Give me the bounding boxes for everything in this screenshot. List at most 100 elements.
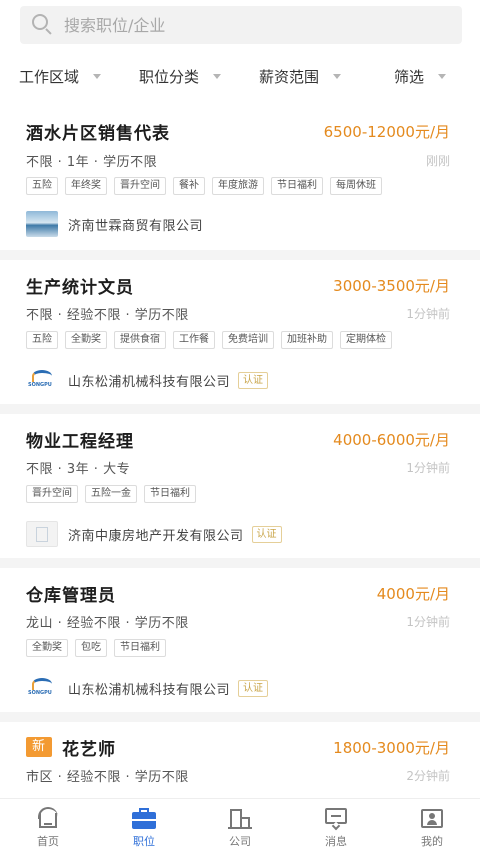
tab-jobs[interactable]: 职位 <box>96 799 192 854</box>
filter-label: 筛选 <box>393 67 424 86</box>
benefit-tag: 包吃 <box>75 639 107 657</box>
company-name: 山东松浦机械科技有限公司 <box>68 682 231 698</box>
job-salary: 1800-3000元/月 <box>333 738 450 757</box>
tab-home[interactable]: 首页 <box>0 799 96 854</box>
caret-down-icon <box>213 73 221 79</box>
benefit-tags: 五险 年终奖 晋升空间 餐补 年度旅游 节日福利 每周休班 <box>26 177 460 197</box>
caret-down-icon <box>93 73 101 79</box>
tab-profile[interactable]: 我的 <box>384 799 480 854</box>
benefit-tag: 提供食宿 <box>114 331 166 349</box>
post-time: 1分钟前 <box>406 614 450 629</box>
benefit-tag: 晋升空间 <box>114 177 166 195</box>
benefit-tag: 工作餐 <box>173 331 215 349</box>
briefcase-icon <box>132 807 156 829</box>
caret-down-icon <box>333 73 341 79</box>
tab-companies[interactable]: 公司 <box>192 799 288 854</box>
company-logo <box>26 211 58 237</box>
new-badge: 新 <box>26 737 52 757</box>
filter-job-category[interactable]: 职位分类 <box>120 56 240 96</box>
filter-label: 职位分类 <box>138 67 199 86</box>
job-salary: 4000元/月 <box>376 584 450 603</box>
job-card[interactable]: 新花艺师 1800-3000元/月 市区 · 经验不限 · 学历不限 2分钟前 <box>0 722 480 798</box>
company-logo <box>26 521 58 547</box>
verified-badge: 认证 <box>238 679 269 697</box>
company-row[interactable]: 济南中康房地产开发有限公司 认证 <box>26 520 450 548</box>
company-name: 济南世霖商贸有限公司 <box>68 218 204 234</box>
benefit-tag: 定期体检 <box>340 331 392 349</box>
post-time: 1分钟前 <box>406 306 450 321</box>
company-name: 山东松浦机械科技有限公司 <box>68 374 231 390</box>
caret-down-icon <box>438 73 446 79</box>
job-card[interactable]: 酒水片区销售代表 6500-12000元/月 不限 · 1年 · 学历不限 刚刚… <box>0 106 480 248</box>
job-salary: 4000-6000元/月 <box>333 430 450 449</box>
job-title: 仓库管理员 <box>26 585 116 606</box>
benefit-tags: 五险 全勤奖 提供食宿 工作餐 免费培训 加班补助 定期体检 <box>26 331 460 351</box>
benefit-tag: 五险 <box>26 177 58 195</box>
benefit-tag: 五险 <box>26 331 58 349</box>
filter-work-area[interactable]: 工作区域 <box>0 56 120 96</box>
company-logo: SONGPU <box>26 367 58 393</box>
building-icon <box>228 807 252 829</box>
job-card[interactable]: 物业工程经理 4000-6000元/月 不限 · 3年 · 大专 1分钟前 晋升… <box>0 414 480 556</box>
divider <box>0 250 480 260</box>
post-time: 2分钟前 <box>406 768 450 783</box>
home-icon <box>36 807 60 829</box>
job-title-text: 花艺师 <box>62 739 116 760</box>
tab-label: 公司 <box>229 835 251 848</box>
post-time: 1分钟前 <box>406 460 450 475</box>
benefit-tag: 节日福利 <box>271 177 323 195</box>
benefit-tag: 全勤奖 <box>65 331 107 349</box>
benefit-tag: 免费培训 <box>222 331 274 349</box>
filter-more[interactable]: 筛选 <box>360 56 480 96</box>
benefit-tag: 餐补 <box>173 177 205 195</box>
job-card[interactable]: 仓库管理员 4000元/月 龙山 · 经验不限 · 学历不限 1分钟前 全勤奖 … <box>0 568 480 710</box>
tab-label: 首页 <box>37 835 59 848</box>
post-time: 刚刚 <box>425 153 450 168</box>
divider <box>0 712 480 722</box>
message-icon <box>324 807 348 831</box>
company-logo: SONGPU <box>26 675 58 701</box>
benefit-tags: 晋升空间 五险一金 节日福利 <box>26 485 460 505</box>
job-title: 新花艺师 <box>26 735 116 760</box>
job-salary: 6500-12000元/月 <box>323 122 450 141</box>
job-requirements: 不限 · 3年 · 大专 <box>26 461 131 477</box>
benefit-tag: 年度旅游 <box>212 177 264 195</box>
tab-messages[interactable]: 消息 <box>288 799 384 854</box>
benefit-tag: 加班补助 <box>281 331 333 349</box>
verified-badge: 认证 <box>238 371 269 389</box>
job-title: 酒水片区销售代表 <box>26 123 170 144</box>
job-requirements: 不限 · 1年 · 学历不限 <box>26 154 158 170</box>
company-name: 济南中康房地产开发有限公司 <box>68 528 244 544</box>
job-title: 物业工程经理 <box>26 431 134 452</box>
company-row[interactable]: 济南世霖商贸有限公司 <box>26 210 450 238</box>
filter-label: 工作区域 <box>18 67 79 86</box>
benefit-tag: 节日福利 <box>114 639 166 657</box>
benefit-tag: 晋升空间 <box>26 485 78 503</box>
filter-label: 薪资范围 <box>258 67 319 86</box>
job-salary: 3000-3500元/月 <box>333 276 450 295</box>
benefit-tag: 节日福利 <box>144 485 196 503</box>
bottom-tab-bar: 首页 职位 公司 消息 我的 <box>0 798 480 854</box>
company-row[interactable]: SONGPU 山东松浦机械科技有限公司 认证 <box>26 674 450 702</box>
search-bar <box>0 0 480 52</box>
job-card[interactable]: 生产统计文员 3000-3500元/月 不限 · 经验不限 · 学历不限 1分钟… <box>0 260 480 402</box>
benefit-tag: 每周休班 <box>330 177 382 195</box>
search-box[interactable] <box>20 6 462 44</box>
divider <box>0 558 480 568</box>
search-icon <box>32 14 54 36</box>
verified-badge: 认证 <box>251 525 282 543</box>
job-requirements: 不限 · 经验不限 · 学历不限 <box>26 307 189 323</box>
tab-label: 职位 <box>133 835 155 848</box>
filter-salary-range[interactable]: 薪资范围 <box>240 56 360 96</box>
company-row[interactable]: SONGPU 山东松浦机械科技有限公司 认证 <box>26 366 450 394</box>
benefit-tag: 五险一金 <box>85 485 137 503</box>
tab-label: 我的 <box>421 835 443 848</box>
filter-bar: 工作区域 职位分类 薪资范围 筛选 <box>0 56 480 96</box>
tab-label: 消息 <box>325 835 347 848</box>
benefit-tag: 年终奖 <box>65 177 107 195</box>
search-input[interactable] <box>64 15 424 35</box>
profile-icon <box>420 807 444 829</box>
job-title: 生产统计文员 <box>26 277 134 298</box>
benefit-tags: 全勤奖 包吃 节日福利 <box>26 639 460 659</box>
job-requirements: 龙山 · 经验不限 · 学历不限 <box>26 615 189 631</box>
